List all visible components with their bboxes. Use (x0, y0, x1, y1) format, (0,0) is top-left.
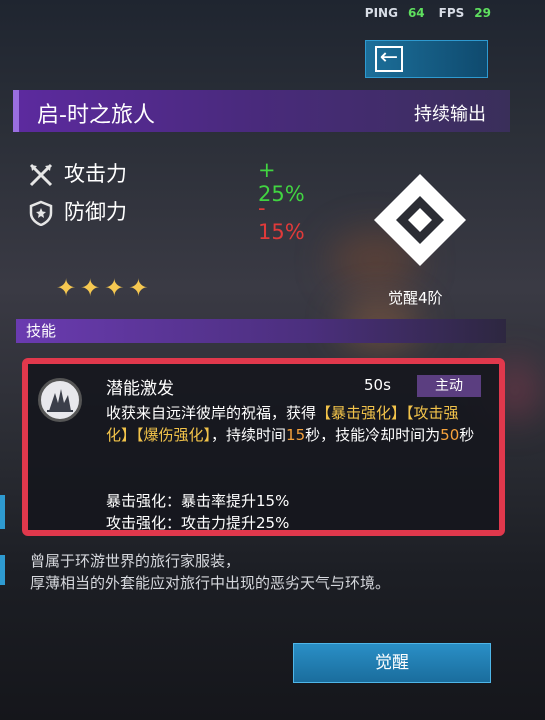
duration-value: 15 (286, 426, 306, 444)
ping-label: PING (364, 6, 398, 20)
side-tab[interactable] (0, 495, 5, 529)
skill-burst-icon (38, 378, 82, 422)
attack-stat: 攻击力 + 25% (28, 158, 305, 206)
side-tab[interactable] (0, 555, 5, 585)
awaken-rank-icon (374, 174, 466, 266)
skill-effects: 暴击强化：暴击率提升15% 攻击强化：攻击力提升25% (106, 490, 289, 534)
shield-icon (29, 200, 53, 226)
keyword-crit-boost: 【暴击强化】 (316, 404, 407, 422)
back-button[interactable]: ← (365, 40, 488, 78)
costume-flavor-text: 曾属于环游世界的旅行家服装， 厚薄相当的外套能应对旅行中出现的恶劣天气与环境。 (30, 550, 390, 594)
skill-type-badge: 主动 (417, 375, 481, 397)
awaken-level-label: 觉醒4阶 (388, 289, 443, 307)
desc-text: 秒，技能冷却时间为 (305, 426, 441, 444)
character-name: 启-时之旅人 (37, 103, 155, 128)
cooldown-value: 50 (440, 426, 460, 444)
character-role: 持续输出 (414, 104, 486, 125)
skill-description: 收获来自远洋彼岸的祝福，获得【暴击强化】【攻击强化】【爆伤强化】，持续时间15秒… (106, 402, 478, 446)
skill-name: 潜能激发 (106, 379, 174, 399)
awaken-button[interactable]: 觉醒 (293, 643, 491, 683)
defense-stat: 防御力 - 15% (28, 196, 305, 244)
character-title-bar: 启-时之旅人 持续输出 (13, 90, 510, 132)
effect-crit: 暴击强化：暴击率提升15% (106, 492, 290, 510)
skill-cooldown: 50s (364, 376, 391, 394)
keyword-critdmg-boost: 【爆伤强化】 (136, 426, 212, 444)
effect-attack: 攻击强化：攻击力提升25% (106, 514, 290, 532)
flavor-line: 厚薄相当的外套能应对旅行中出现的恶劣天气与环境。 (30, 574, 391, 592)
defense-value: - 15% (258, 196, 305, 244)
ping-value: 64 (407, 6, 425, 20)
attack-label: 攻击力 (64, 162, 127, 186)
fps-value: 29 (474, 6, 491, 20)
desc-text: ，持续时间 (211, 426, 287, 444)
fps-label: FPS (438, 6, 465, 20)
skills-section-header: 技能 (16, 319, 506, 343)
rarity-stars: ✦✦✦✦ (56, 274, 153, 302)
flavor-line: 曾属于环游世界的旅行家服装， (30, 552, 241, 570)
network-hud: PING 64 FPS 29 (365, 6, 505, 20)
back-arrow-icon: ← (375, 46, 403, 72)
defense-label: 防御力 (64, 200, 127, 224)
desc-text: 收获来自远洋彼岸的祝福，获得 (106, 404, 317, 422)
desc-text: 秒 (459, 426, 475, 444)
sword-icon (29, 163, 53, 187)
skill-card[interactable]: 潜能激发 50s 主动 收获来自远洋彼岸的祝福，获得【暴击强化】【攻击强化】【爆… (22, 358, 505, 536)
